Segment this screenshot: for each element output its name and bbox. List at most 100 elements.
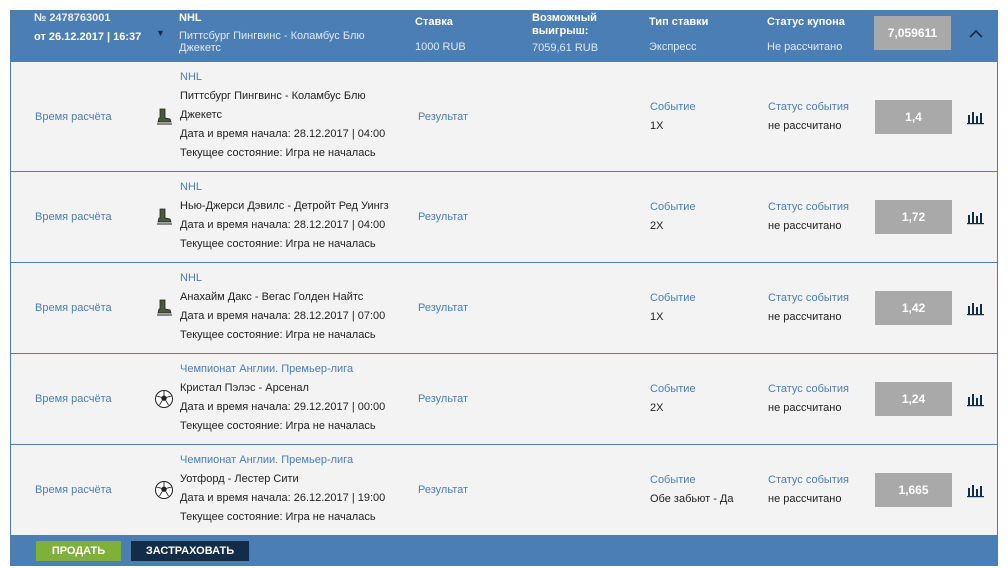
insure-button[interactable]: ЗАСТРАХОВАТЬ: [131, 541, 249, 561]
bet-type-block: Тип ставки Экспресс: [649, 16, 708, 53]
statistics-chart-icon[interactable]: [966, 300, 986, 316]
soccer-ball-icon: [154, 389, 174, 409]
event-name: Питтсбург Пингвинс - Коламбус Блю Джекет…: [180, 90, 366, 121]
coupon-status-label: Статус купона: [767, 16, 845, 28]
event-odds-badge: 1,72: [875, 200, 952, 234]
event-selection: Событие 2X: [650, 380, 696, 418]
event-selection-value: 2X: [650, 220, 664, 232]
calc-time-link[interactable]: Время расчёта: [35, 111, 112, 123]
stake-value: 1000 RUB: [415, 41, 466, 53]
event-selection-label: Событие: [650, 383, 696, 395]
event-status: Статус события не рассчитано: [768, 289, 849, 327]
stake-label: Ставка: [415, 16, 453, 28]
event-state: Текущее состояние: Игра не началась: [180, 147, 376, 159]
statistics-chart-icon[interactable]: [966, 391, 986, 407]
event-name: Уотфорд - Лестер Сити: [180, 473, 299, 485]
event-odds-badge: 1,665: [875, 473, 952, 507]
statistics-chart-icon[interactable]: [966, 209, 986, 225]
event-selection: Событие 2X: [650, 198, 696, 236]
hockey-skate-icon: [154, 107, 174, 127]
coupon-event-name: Питтсбург Пингвинс - Коламбус Блю Джекет…: [179, 30, 365, 54]
calc-time-link[interactable]: Время расчёта: [35, 211, 112, 223]
event-name: Анахайм Дакс - Вегас Голден Найтс: [180, 291, 364, 303]
event-status-label: Статус события: [768, 201, 849, 213]
event-status-value: не рассчитано: [768, 493, 842, 505]
statistics-chart-icon[interactable]: [966, 109, 986, 125]
collapse-chevron-up-icon[interactable]: [966, 24, 986, 44]
bet-type-value: Экспресс: [649, 41, 697, 53]
event-start: Дата и время начала: 28.12.2017 | 04:00: [180, 219, 386, 231]
event-status-value: не рассчитано: [768, 220, 842, 232]
event-state: Текущее состояние: Игра не началась: [180, 511, 376, 523]
event-league: NHL: [180, 181, 203, 193]
event-status: Статус события не рассчитано: [768, 198, 849, 236]
stake-block: Ставка 1000 RUB: [415, 16, 466, 53]
event-info: NHL Нью-Джерси Дэвилс - Детройт Ред Уинг…: [180, 178, 405, 254]
bet-type-label: Тип ставки: [649, 16, 709, 28]
coupon-status-block: Статус купона Не рассчитано: [767, 16, 845, 53]
event-selection: Событие 1X: [650, 98, 696, 136]
event-league: Чемпионат Англии. Премьер-лига: [180, 363, 354, 375]
event-row: Время расчёта NHL Анахайм Дакс - Вегас Г…: [11, 263, 997, 354]
soccer-ball-icon: [154, 480, 174, 500]
hockey-skate-icon: [154, 298, 174, 318]
coupon-id-block: № 2478763001 от 26.12.2017 | 16:37: [34, 12, 154, 43]
event-info: Чемпионат Англии. Премьер-лига Кристал П…: [180, 360, 405, 436]
event-info: Чемпионат Англии. Премьер-лига Уотфорд -…: [180, 451, 405, 527]
event-selection-value: Обе забьют - Да: [650, 493, 734, 505]
event-info: NHL Питтсбург Пингвинс - Коламбус Блю Дж…: [180, 68, 405, 163]
event-selection-label: Событие: [650, 292, 696, 304]
sell-button[interactable]: ПРОДАТЬ: [36, 541, 121, 561]
event-status-label: Статус события: [768, 100, 849, 113]
total-odds-badge: 7,059611: [874, 16, 951, 50]
event-league: NHL: [180, 272, 203, 284]
possible-win-block: Возможный выигрыш: 7059,61 RUB: [532, 12, 612, 54]
event-selection: Событие 1X: [650, 289, 696, 327]
dropdown-caret-icon[interactable]: ▼: [156, 28, 165, 38]
calc-time-link[interactable]: Время расчёта: [35, 302, 112, 314]
event-state: Текущее состояние: Игра не началась: [180, 420, 376, 432]
event-state: Текущее состояние: Игра не началась: [180, 238, 376, 250]
event-state: Текущее состояние: Игра не началась: [180, 329, 376, 341]
event-status: Статус события не рассчитано: [768, 380, 849, 418]
event-odds-badge: 1,4: [875, 99, 952, 134]
event-row: Время расчёта Чемпионат Англии. Премьер-…: [11, 445, 997, 536]
event-status-label: Статус события: [768, 292, 849, 304]
event-name: Нью-Джерси Дэвилс - Детройт Ред Уингз: [180, 200, 389, 212]
event-info: NHL Анахайм Дакс - Вегас Голден Найтс Да…: [180, 269, 405, 345]
events-list: Время расчёта NHL Питтсбург Пингвинс - К…: [10, 62, 998, 536]
event-league: Чемпионат Англии. Премьер-лига: [180, 454, 354, 466]
statistics-chart-icon[interactable]: [966, 482, 986, 498]
calc-time-link[interactable]: Время расчёта: [35, 393, 112, 405]
result-link[interactable]: Результат: [418, 393, 468, 405]
event-start: Дата и время начала: 26.12.2017 | 19:00: [180, 492, 386, 504]
event-status-value: не рассчитано: [768, 402, 842, 414]
event-status-label: Статус события: [768, 474, 849, 486]
event-selection: Событие Обе забьют - Да: [650, 471, 734, 509]
event-start: Дата и время начала: 28.12.2017 | 04:00: [180, 128, 386, 140]
result-link[interactable]: Результат: [418, 302, 468, 314]
event-status-value: не рассчитано: [768, 311, 842, 323]
event-status-label: Статус события: [768, 383, 849, 395]
event-name: Кристал Пэлэс - Арсенал: [180, 382, 309, 394]
result-link[interactable]: Результат: [418, 211, 468, 223]
event-league: NHL: [180, 71, 203, 83]
event-odds-badge: 1,42: [875, 291, 952, 325]
event-selection-value: 2X: [650, 402, 664, 414]
possible-win-label: Возможный выигрыш:: [532, 12, 597, 37]
event-selection-value: 1X: [650, 311, 664, 323]
event-status: Статус события не рассчитано: [768, 98, 849, 136]
event-start: Дата и время начала: 29.12.2017 | 00:00: [180, 401, 386, 413]
coupon-status-value: Не рассчитано: [767, 41, 843, 53]
coupon-footer: ПРОДАТЬ ЗАСТРАХОВАТЬ: [10, 536, 998, 566]
calc-time-link[interactable]: Время расчёта: [35, 484, 112, 496]
bet-coupon: № 2478763001 от 26.12.2017 | 16:37 ▼ NHL…: [10, 10, 998, 566]
result-link[interactable]: Результат: [418, 484, 468, 496]
event-selection-label: Событие: [650, 474, 696, 486]
possible-win-value: 7059,61 RUB: [532, 42, 599, 54]
coupon-league: NHL: [179, 12, 202, 24]
event-row: Время расчёта NHL Питтсбург Пингвинс - К…: [11, 62, 997, 172]
result-link[interactable]: Результат: [418, 111, 468, 123]
coupon-header[interactable]: № 2478763001 от 26.12.2017 | 16:37 ▼ NHL…: [10, 10, 998, 62]
event-selection-value: 1X: [650, 119, 664, 132]
